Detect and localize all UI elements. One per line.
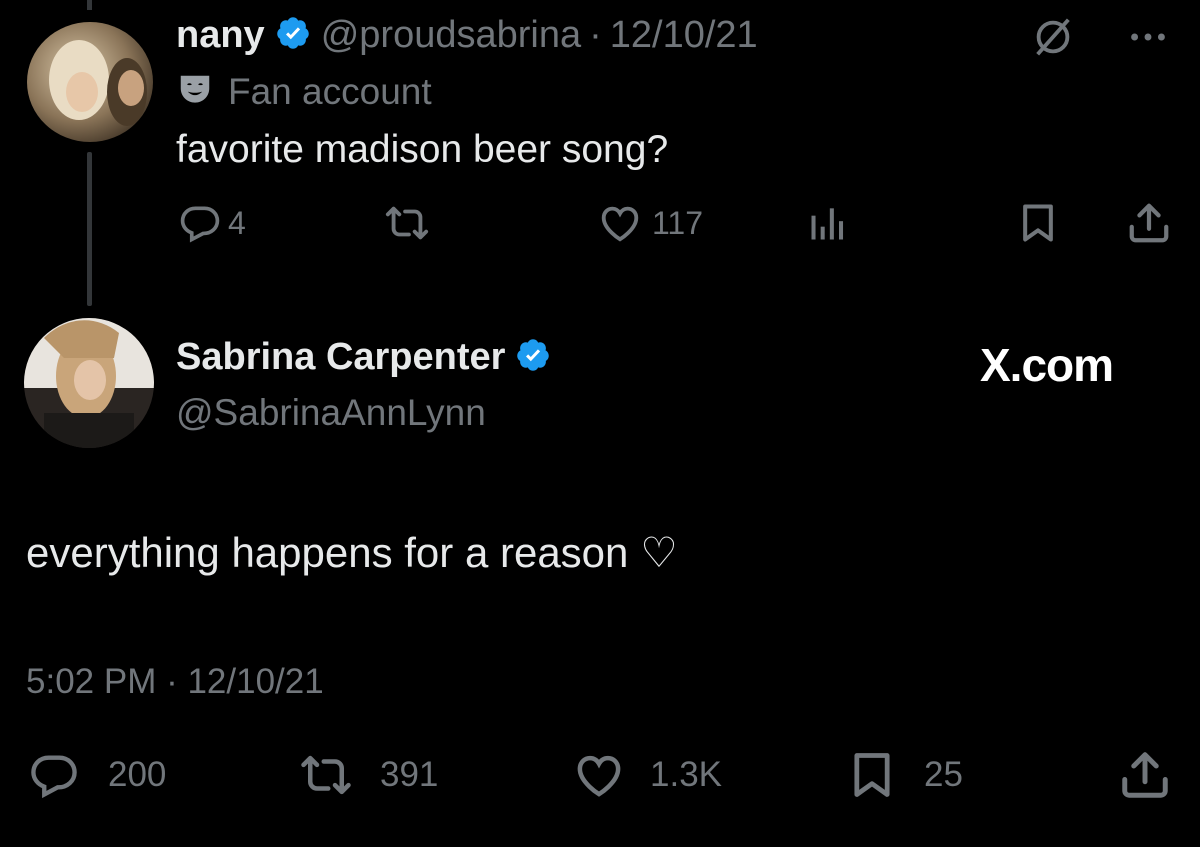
fan-account-text: Fan account xyxy=(228,71,432,112)
parent-separator: · xyxy=(589,13,602,56)
share-icon xyxy=(1118,748,1172,802)
fan-account-label: Fan account xyxy=(176,70,432,114)
parent-date[interactable]: 12/10/21 xyxy=(610,14,758,57)
x-brand-logo: X.com xyxy=(980,339,1114,391)
parent-like-button[interactable]: 117 xyxy=(596,200,703,246)
main-reply-button[interactable]: 200 xyxy=(26,750,166,800)
parent-handle[interactable]: @proudsabrina xyxy=(321,14,581,57)
main-handle[interactable]: @SabrinaAnnLynn xyxy=(176,392,486,434)
reply-icon xyxy=(178,201,222,245)
parent-views-button[interactable] xyxy=(806,200,850,246)
parent-tweet-text: favorite madison beer song? xyxy=(176,128,669,171)
reply-icon xyxy=(26,749,82,801)
main-header: Sabrina Carpenter xyxy=(176,334,551,380)
retweet-icon xyxy=(384,200,430,246)
main-bookmark-button[interactable]: 25 xyxy=(846,750,963,800)
retweet-icon xyxy=(296,748,356,802)
main-share-button[interactable] xyxy=(1118,748,1172,802)
share-icon xyxy=(1126,200,1172,246)
verified-badge-icon xyxy=(275,15,311,56)
bookmark-icon xyxy=(1016,200,1060,246)
main-display-name[interactable]: Sabrina Carpenter xyxy=(176,336,505,379)
more-icon[interactable] xyxy=(1125,14,1171,65)
like-icon xyxy=(568,748,630,802)
main-tweet-text: everything happens for a reason ♡ xyxy=(26,529,678,576)
main-avatar[interactable] xyxy=(24,318,154,448)
parent-display-name[interactable]: nany xyxy=(176,14,265,57)
parent-bookmark-button[interactable] xyxy=(1016,200,1060,246)
grok-icon[interactable] xyxy=(1030,14,1076,65)
parent-avatar[interactable] xyxy=(27,22,153,142)
main-retweet-button[interactable]: 391 xyxy=(296,750,438,800)
thread-line-top xyxy=(87,0,92,10)
verified-badge-icon xyxy=(515,337,551,378)
main-retweet-count: 391 xyxy=(380,755,439,794)
bookmark-icon xyxy=(846,748,898,802)
main-bookmark-count: 25 xyxy=(924,755,963,794)
parent-reply-button[interactable]: 4 xyxy=(178,200,246,246)
parent-retweet-button[interactable] xyxy=(384,200,430,246)
parent-header: nany @proudsabrina · 12/10/21 xyxy=(176,12,758,58)
parent-like-count: 117 xyxy=(652,204,704,241)
views-icon xyxy=(806,201,850,245)
main-like-count: 1.3K xyxy=(650,755,722,794)
like-icon xyxy=(596,200,644,246)
parent-share-button[interactable] xyxy=(1126,200,1172,246)
theater-mask-icon xyxy=(176,71,214,114)
main-timestamp[interactable]: 5:02 PM · 12/10/21 xyxy=(26,662,324,702)
thread-line xyxy=(87,152,92,306)
main-reply-count: 200 xyxy=(108,755,167,794)
main-like-button[interactable]: 1.3K xyxy=(568,750,722,800)
parent-reply-count: 4 xyxy=(228,204,246,241)
